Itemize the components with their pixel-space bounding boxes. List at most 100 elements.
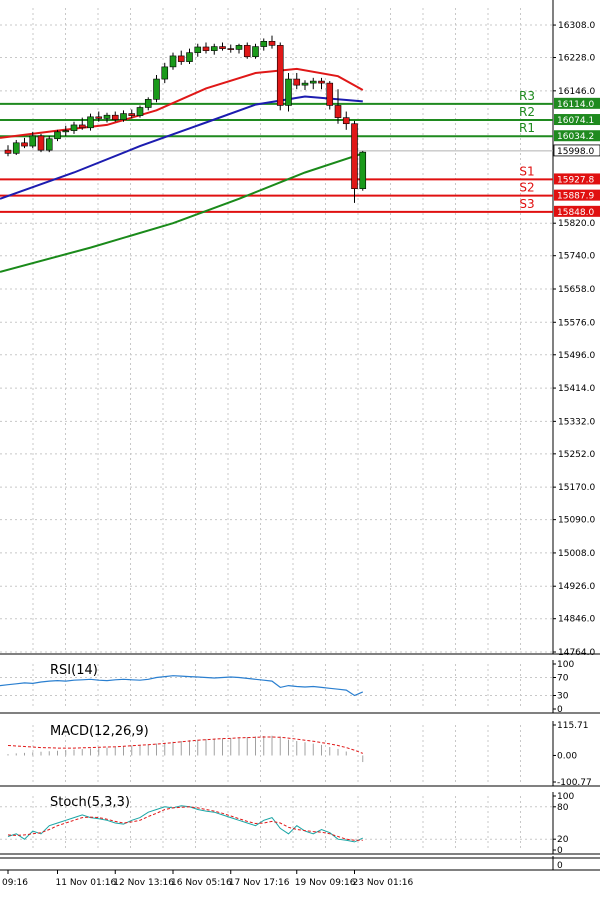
candle <box>309 77 317 90</box>
candle <box>161 62 169 84</box>
macd-signal-line <box>7 736 363 754</box>
price-tick-label: 15090.0 <box>558 516 595 526</box>
candle <box>227 44 235 53</box>
candle <box>268 35 276 49</box>
price-tick-label: 14926.0 <box>558 582 595 592</box>
price-tick-label: 14764.0 <box>558 648 595 658</box>
stoch-tick-label: 0 <box>557 846 563 856</box>
candle <box>21 137 28 149</box>
candle <box>70 121 78 134</box>
candle-body <box>342 117 350 125</box>
level-value-label: 15848.0 <box>557 208 594 218</box>
candle-body <box>359 151 367 189</box>
candle-body <box>4 149 12 154</box>
candle-body <box>235 45 243 50</box>
time-label: 12 Nov 13:16 <box>113 878 174 888</box>
candle-body <box>120 113 127 120</box>
candle-body <box>227 48 235 50</box>
level-value-label: 15927.8 <box>557 175 594 185</box>
candle-body <box>103 114 111 119</box>
time-label: 23 Nov 01:16 <box>353 878 414 888</box>
candle-body <box>276 45 284 106</box>
time-label: 09:16 <box>2 878 28 888</box>
candle <box>4 145 12 157</box>
candle-body <box>334 105 342 118</box>
candle-body <box>309 80 317 84</box>
macd-tick-label: 0.00 <box>557 751 577 761</box>
stoch-k-line <box>7 805 364 843</box>
time-label: 11 Nov 01:16 <box>56 878 117 888</box>
rsi-tick-label: 100 <box>557 660 574 670</box>
candle-body <box>54 131 61 140</box>
candle-body <box>351 123 358 189</box>
candle-body <box>252 46 259 58</box>
candle-body <box>260 40 268 47</box>
candle-body <box>21 142 28 147</box>
stoch-d-line <box>7 806 363 841</box>
candle-body <box>144 99 152 108</box>
candle-body <box>136 107 144 116</box>
candle-body <box>70 124 78 131</box>
candle <box>45 135 53 153</box>
price-chart: R3 R2 R1 S1 S2 S3 16308.0 16228.0 16146.0 15820.… <box>0 0 600 888</box>
candle-body <box>202 46 210 51</box>
candle-body <box>29 135 37 147</box>
price-axis: 16308.0 16228.0 16146.0 15820.0 15740.0 15658… <box>553 21 600 658</box>
candle <box>37 133 45 153</box>
candle <box>359 150 367 191</box>
candle <box>342 111 350 130</box>
candle-body <box>186 52 193 62</box>
candle-body <box>268 40 276 46</box>
level-name-s3: S3 <box>519 197 534 211</box>
candle-body <box>128 113 136 116</box>
candle-body <box>177 55 185 62</box>
candle <box>326 81 334 110</box>
candle-body <box>243 45 251 58</box>
candle <box>144 97 152 111</box>
level-name-r2: R2 <box>519 105 535 119</box>
level-value-label: 16114.0 <box>557 100 594 110</box>
stoch-title: Stoch(5,3,3) <box>50 795 130 810</box>
candle-body <box>169 55 177 68</box>
ma-blue-line <box>0 95 363 200</box>
candle-body <box>153 78 160 100</box>
candle <box>301 80 309 91</box>
candle-body <box>161 66 169 80</box>
candle <box>243 42 251 59</box>
candle <box>293 72 301 90</box>
candle <box>177 50 185 65</box>
candle-body <box>12 142 20 154</box>
level-value-label: 16074.1 <box>557 116 594 126</box>
rsi-line <box>0 675 364 697</box>
candle-body <box>62 130 70 133</box>
candle <box>202 42 210 54</box>
price-tick-label: 15576.0 <box>558 318 595 328</box>
time-label: 19 Nov 09:16 <box>295 878 356 888</box>
price-tick-label: 15414.0 <box>558 384 595 394</box>
candle <box>318 77 325 90</box>
macd-panel: 115.71 0.00 -100.77 MACD(12,26,9) <box>0 721 600 788</box>
candle <box>87 113 94 131</box>
price-tick-label: 15820.0 <box>558 219 595 229</box>
rsi-title: RSI(14) <box>50 663 98 678</box>
level-value-label: 15887.9 <box>557 192 594 202</box>
current-price-label: 15998.0 <box>557 147 594 157</box>
stoch-tick-label: 80 <box>557 803 569 813</box>
level-value-label: 16034.2 <box>557 132 594 142</box>
time-axis: 009:16 11 Nov 01:1612 Nov 13:1616 Nov 05:… <box>0 856 600 888</box>
pivot-levels: R3 R2 R1 S1 S2 S3 <box>0 89 553 213</box>
candle-body <box>318 80 325 84</box>
candle <box>186 48 193 65</box>
candle-body <box>95 116 103 119</box>
macd-title: MACD(12,26,9) <box>50 724 149 739</box>
stoch-tick-label: 100 <box>557 792 574 802</box>
candle <box>210 43 218 55</box>
candle <box>219 42 226 51</box>
moving-averages <box>0 67 364 273</box>
candle <box>285 72 292 112</box>
candle-body <box>37 135 45 151</box>
candle-body <box>111 114 119 120</box>
stoch-panel: 10080 200 Stoch(5,3,3) <box>0 792 600 856</box>
price-tick-label: 16308.0 <box>558 21 595 31</box>
candle-body <box>293 78 301 86</box>
